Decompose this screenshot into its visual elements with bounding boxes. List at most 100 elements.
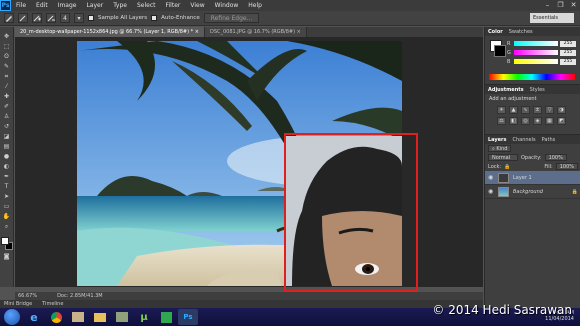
tab-wallpaper[interactable]: 20_m-desktop-wallpaper-1152x864.jpg @ 66… [15,27,205,37]
photoshop-taskbar-icon[interactable]: Ps [178,309,198,325]
brush-size-picker[interactable]: 4 [60,13,70,23]
blue-value[interactable]: 255 [560,58,576,65]
sample-all-layers-checkbox[interactable] [88,15,94,21]
quick-selection-tool-preset[interactable] [4,13,14,23]
app-icon[interactable] [112,309,132,325]
menu-file[interactable]: File [11,2,31,9]
brush-picker-chevron-icon[interactable]: ▾ [74,13,84,23]
layer-row-layer-1[interactable]: ◉ Layer 1 [485,171,580,185]
chrome-icon[interactable] [46,309,66,325]
brightness-icon[interactable]: ☀ [497,106,506,114]
minimize-button[interactable]: – [543,1,552,9]
crop-tool-icon[interactable]: ⌗ [2,73,12,81]
restore-button[interactable]: ❐ [556,1,565,9]
tab-paths[interactable]: Paths [542,137,556,143]
hue-saturation-icon[interactable]: ◑ [557,106,566,114]
lasso-tool-icon[interactable]: ʘ [2,53,12,61]
tab-dsc0081[interactable]: DSC_0081.JPG @ 16.7% (RGB/8#) × [204,27,307,37]
menu-select[interactable]: Select [132,2,161,9]
tab-styles[interactable]: Styles [530,87,545,93]
green-slider[interactable] [514,50,558,55]
tab-channels[interactable]: Channels [513,137,536,143]
pen-tool-icon[interactable]: ✒ [2,173,12,181]
type-tool-icon[interactable]: T [2,183,12,191]
hand-tool-icon[interactable]: ✋ [2,213,12,221]
media-player-icon[interactable] [68,309,88,325]
menu-help[interactable]: Help [243,2,267,9]
start-button-icon[interactable] [4,309,20,325]
layer-row-background[interactable]: ◉ Background 🔒 [485,185,580,199]
new-selection-icon[interactable] [18,13,28,23]
tab-close-icon[interactable]: × [195,29,199,35]
quick-selection-tool-icon[interactable]: ✎ [2,63,12,71]
invert-icon[interactable]: ◩ [557,117,566,125]
document-size[interactable]: Doc: 2.85M/41.3M [57,293,103,299]
blue-slider[interactable] [514,59,558,64]
marquee-tool-icon[interactable]: ⬚ [2,43,12,51]
menu-window[interactable]: Window [210,2,244,9]
add-to-selection-icon[interactable] [32,13,42,23]
menu-edit[interactable]: Edit [31,2,53,9]
eyedropper-tool-icon[interactable]: ⁄ [2,83,12,91]
curves-icon[interactable]: ∿ [521,106,530,114]
red-value[interactable]: 255 [560,40,576,47]
background-color-chip[interactable] [494,45,506,57]
subtract-from-selection-icon[interactable] [46,13,56,23]
red-slider[interactable] [514,41,558,46]
shape-tool-icon[interactable]: ▭ [2,203,12,211]
color-balance-icon[interactable]: ⚖ [497,117,506,125]
clone-stamp-tool-icon[interactable]: ♙ [2,113,12,121]
menu-view[interactable]: View [185,2,209,9]
auto-enhance-checkbox[interactable] [151,15,158,21]
color-spectrum[interactable] [489,74,575,80]
vibrance-icon[interactable]: ▽ [545,106,554,114]
zoom-level[interactable]: 66.67% [18,293,37,299]
photo-filter-icon[interactable]: ◎ [521,117,530,125]
black-white-icon[interactable]: ◧ [509,117,518,125]
green-value[interactable]: 255 [560,49,576,56]
tab-swatches[interactable]: Swatches [509,29,533,35]
green-app-icon[interactable] [156,309,176,325]
exposure-icon[interactable]: ± [533,106,542,114]
lock-icon[interactable]: 🔒 [504,164,510,170]
workspace-dropdown[interactable]: Essentials [530,13,574,23]
blend-mode-dropdown[interactable]: Normal [488,154,518,161]
healing-brush-tool-icon[interactable]: ✚ [2,93,12,101]
utorrent-icon[interactable]: µ [134,309,154,325]
menu-type[interactable]: Type [108,2,132,9]
foreground-color-swatch[interactable] [0,237,9,245]
tab-layers[interactable]: Layers [488,137,507,143]
brush-tool-icon[interactable]: ✐ [2,103,12,111]
visibility-eye-icon[interactable]: ◉ [488,188,494,195]
opacity-input[interactable]: 100% [544,154,567,161]
visibility-eye-icon[interactable]: ◉ [488,174,494,181]
close-button[interactable]: ✕ [569,1,578,9]
color-swatches[interactable] [0,237,13,251]
refine-edge-button[interactable]: Refine Edge... [203,13,260,23]
menu-filter[interactable]: Filter [161,2,186,9]
color-lookup-icon[interactable]: ▦ [545,117,554,125]
channel-mixer-icon[interactable]: ◈ [533,117,542,125]
eraser-tool-icon[interactable]: ◪ [2,133,12,141]
path-selection-tool-icon[interactable]: ➤ [2,193,12,201]
dodge-tool-icon[interactable]: ◐ [2,163,12,171]
ie-icon[interactable]: e [24,309,44,325]
tab-close-icon[interactable]: × [297,29,301,35]
move-tool-icon[interactable]: ✥ [2,33,12,41]
kind-filter-dropdown[interactable]: ⌕ Kind [488,145,512,152]
levels-icon[interactable]: ▲ [509,106,518,114]
zoom-tool-icon[interactable]: ⌕ [2,223,12,231]
history-brush-tool-icon[interactable]: ↺ [2,123,12,131]
blur-tool-icon[interactable]: ● [2,153,12,161]
menu-image[interactable]: Image [53,2,82,9]
menu-layer[interactable]: Layer [81,2,108,9]
tab-adjustments[interactable]: Adjustments [488,87,524,93]
file-explorer-icon[interactable] [90,309,110,325]
tab-color[interactable]: Color [488,29,503,35]
tab-timeline[interactable]: Timeline [42,301,63,307]
brush-icon [6,16,12,22]
gradient-tool-icon[interactable]: ▤ [2,143,12,151]
tab-mini-bridge[interactable]: Mini Bridge [4,301,32,307]
quick-mask-icon[interactable]: ◙ [2,253,12,261]
fill-input[interactable]: 100% [555,163,578,170]
